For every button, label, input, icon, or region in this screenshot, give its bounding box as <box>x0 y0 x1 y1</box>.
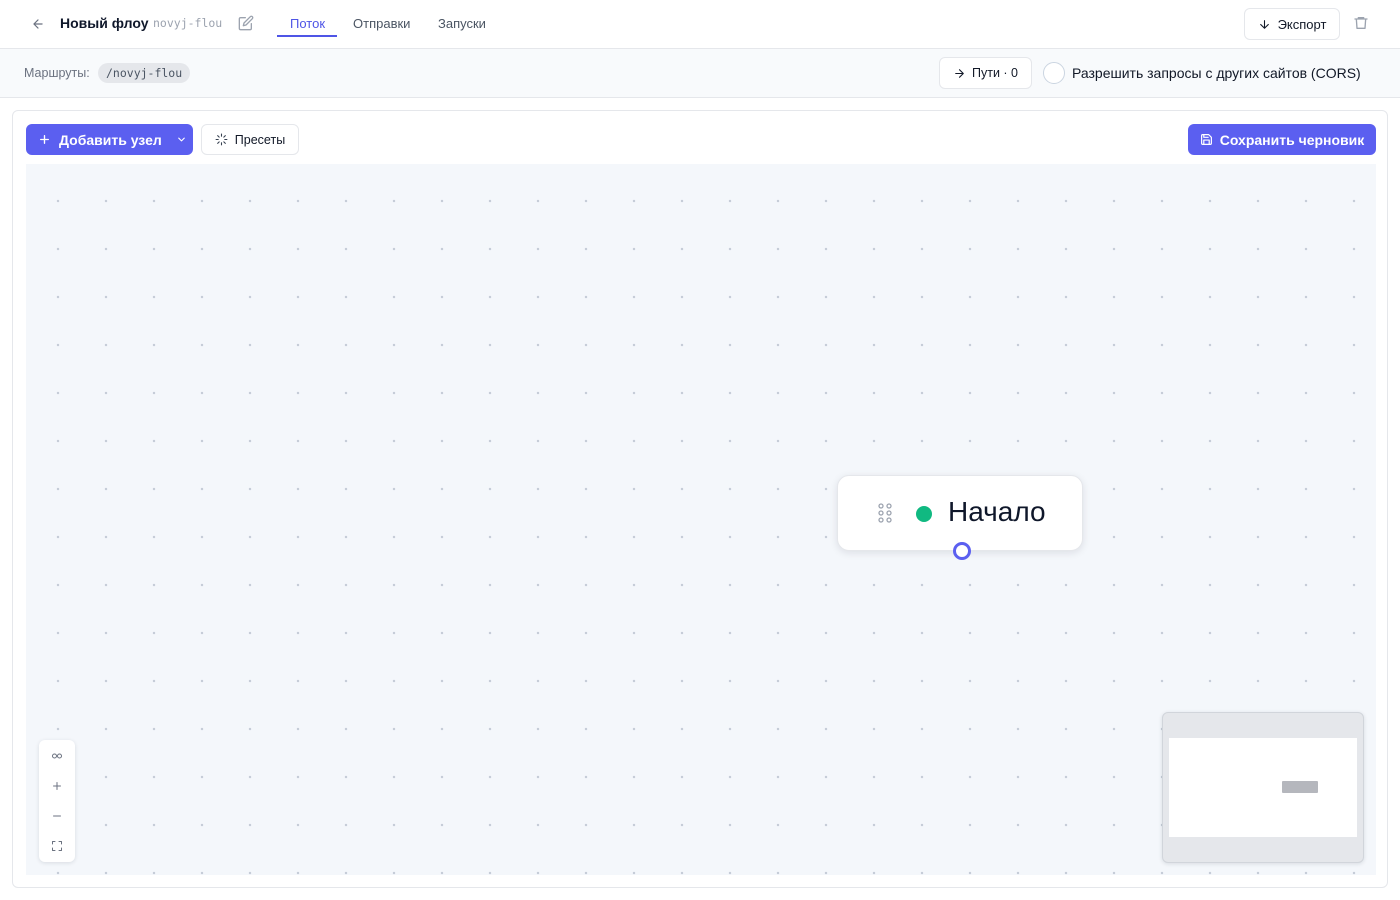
grip-icon[interactable] <box>878 503 892 523</box>
back-button[interactable] <box>28 14 48 34</box>
save-draft-label: Сохранить черновик <box>1219 131 1365 148</box>
loader-icon <box>215 133 228 146</box>
route-chip: /novyj-flou <box>98 63 191 83</box>
export-button[interactable]: Экспорт <box>1244 8 1340 40</box>
flow-slug: novyj-flou <box>153 16 223 30</box>
minimap[interactable] <box>1162 712 1364 863</box>
tab-runs[interactable]: Запуски <box>438 16 486 31</box>
flow-editor-card: Добавить узел Пресеты Сохранить черновик… <box>12 110 1388 888</box>
cors-checkbox[interactable] <box>1043 62 1065 84</box>
add-node-button[interactable]: Добавить узел <box>26 124 193 155</box>
node-output-port[interactable] <box>953 542 971 560</box>
arrow-right-icon <box>955 68 964 78</box>
start-node[interactable]: Начало <box>837 475 1083 560</box>
chevron-down-icon <box>177 137 185 142</box>
zoom-out-button[interactable] <box>39 801 75 831</box>
add-node-label: Добавить узел <box>59 131 162 148</box>
app-header: Новый флоу novyj-flou Поток Отправки Зап… <box>0 0 1400 49</box>
fullscreen-icon <box>52 841 62 851</box>
canvas-controls <box>39 740 75 862</box>
export-label: Экспорт <box>1277 16 1327 32</box>
presets-button[interactable]: Пресеты <box>201 124 299 155</box>
minus-icon <box>53 815 61 817</box>
paths-button[interactable]: Пути · 0 <box>939 57 1032 89</box>
start-node-label: Начало <box>948 496 1046 527</box>
minimap-viewport <box>1169 738 1357 837</box>
paths-label: Пути · 0 <box>971 66 1018 80</box>
routes-label: Маршруты: <box>24 66 90 80</box>
minimap-node <box>1282 781 1318 793</box>
plus-icon <box>53 782 61 790</box>
presets-label: Пресеты <box>234 132 286 147</box>
link-icon <box>52 753 62 759</box>
interactive-toggle-button[interactable] <box>39 741 75 771</box>
routes-bar: Маршруты: /novyj-flou Пути · 0 Разрешить… <box>0 49 1400 98</box>
flow-canvas[interactable]: Начало <box>26 164 1376 875</box>
active-tab-indicator <box>277 35 337 37</box>
delete-flow-button[interactable] <box>1353 15 1371 33</box>
arrow-down-icon <box>1259 19 1269 29</box>
save-draft-button[interactable]: Сохранить черновик <box>1188 124 1376 155</box>
pencil-square-icon <box>238 15 254 31</box>
plus-icon <box>40 135 49 144</box>
arrow-left-icon <box>33 19 43 29</box>
tab-submissions[interactable]: Отправки <box>353 16 410 31</box>
fit-view-button[interactable] <box>39 831 75 861</box>
floppy-disk-icon <box>1200 134 1212 145</box>
cors-label[interactable]: Разрешить запросы с других сайтов (CORS) <box>1072 65 1361 81</box>
flow-title: Новый флоу <box>60 15 149 31</box>
edit-title-button[interactable] <box>238 15 256 33</box>
trash-icon <box>1354 17 1368 29</box>
zoom-in-button[interactable] <box>39 771 75 801</box>
tab-flow[interactable]: Поток <box>290 16 325 31</box>
status-dot <box>916 506 932 522</box>
